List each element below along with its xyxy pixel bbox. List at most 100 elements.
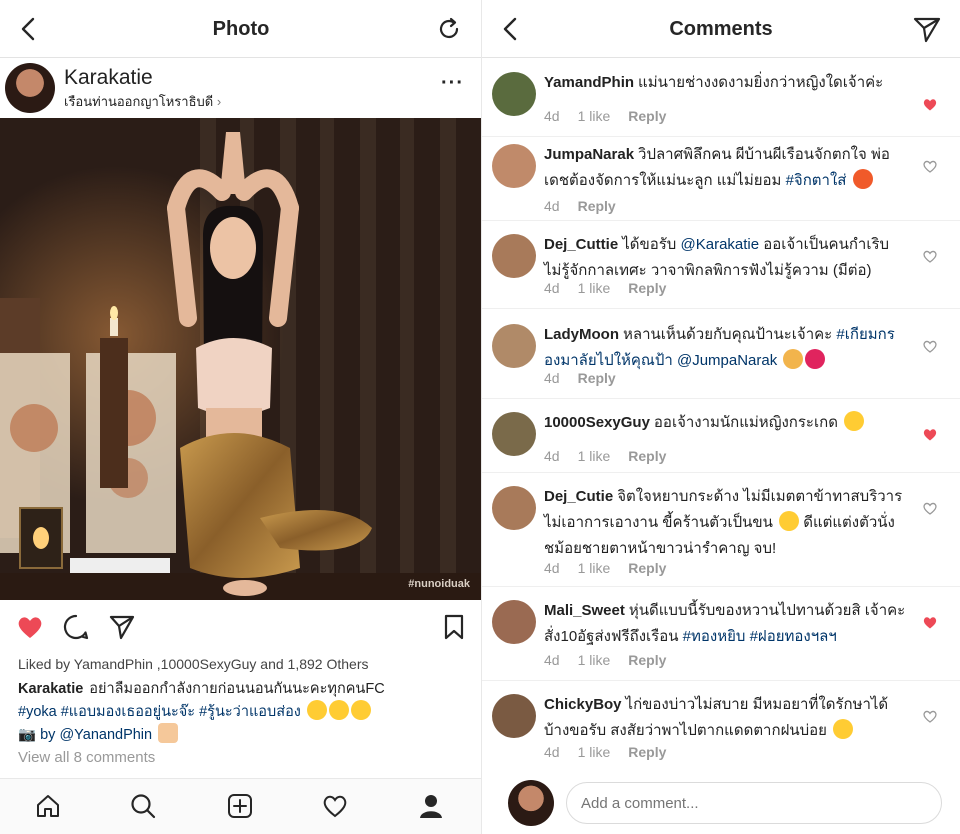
comments-screen: Comments YamandPhin แม่นายช่างงดงามยิ่งกว… (482, 0, 960, 834)
liked-by[interactable]: Liked by YamandPhin ,10000SexyGuy and 1,… (18, 656, 369, 672)
reply-button[interactable]: Reply (628, 448, 666, 464)
reply-button[interactable]: Reply (628, 108, 666, 124)
emoji-kiss-icon (844, 411, 865, 431)
comment-user[interactable]: LadyMoon (544, 326, 619, 343)
commenter-avatar[interactable] (492, 694, 536, 738)
caption-hashtags[interactable]: #yoka #แอบมองเธออยู่นะจ๊ะ #รู้นะว่าแอบส่… (18, 704, 301, 720)
send-icon[interactable] (108, 613, 136, 641)
reply-button[interactable]: Reply (628, 744, 666, 760)
caption-user[interactable]: Karakatie (18, 681, 83, 697)
heart-icon[interactable] (922, 614, 938, 630)
commenter-avatar[interactable] (492, 72, 536, 116)
comment-time: 4d (544, 370, 560, 386)
add-icon[interactable] (226, 792, 254, 820)
comment-likes[interactable]: 1 like (578, 744, 611, 760)
heart-outline-icon[interactable] (922, 248, 938, 264)
caption-text: อย่าลืมออกกำลังกายก่อนนอนกันนะคะทุกคนFC (89, 681, 385, 697)
comment-hashtag[interactable]: #จิกตาใส่ (786, 172, 847, 189)
comment-meta: 4d Reply (544, 198, 634, 214)
photo-topbar: Photo (0, 0, 482, 58)
heart-icon[interactable] (922, 426, 938, 442)
reply-button[interactable]: Reply (578, 370, 616, 386)
view-all-comments[interactable]: View all 8 comments (18, 749, 155, 766)
heart-icon[interactable] (16, 613, 44, 641)
liked-by-prefix: Liked by (18, 656, 74, 672)
location-link[interactable]: เรือนท่านออกญาโหราธิบดี › (64, 91, 221, 112)
post-photo[interactable]: #nunoiduak (0, 118, 482, 600)
comment-likes[interactable]: 1 like (578, 108, 611, 124)
comment-likes[interactable]: 1 like (578, 652, 611, 668)
comment-separator (482, 308, 960, 309)
heart-outline-icon[interactable] (922, 338, 938, 354)
profile-icon[interactable] (417, 792, 445, 820)
comment-likes[interactable]: 1 like (578, 448, 611, 464)
comment-item: JumpaNarak วิปลาศพิลึกคน ผีบ้านผีเรือนจัก… (482, 140, 960, 230)
reply-button[interactable]: Reply (628, 560, 666, 576)
activity-icon[interactable] (321, 792, 349, 820)
current-user-avatar[interactable] (508, 780, 554, 826)
comment-separator (482, 586, 960, 587)
page-title: Photo (212, 18, 270, 40)
liked-by-users[interactable]: YamandPhin ,10000SexyGuy (74, 656, 257, 672)
comment-meta: 4d 1 like Reply (544, 560, 684, 576)
refresh-icon[interactable] (434, 14, 464, 44)
post-header: Karakatie เรือนท่านออกญาโหราธิบดี › ··· (0, 58, 482, 118)
comment-time: 4d (544, 560, 560, 576)
page-title: Comments (669, 18, 773, 40)
reply-button[interactable]: Reply (628, 280, 666, 296)
comment-text: หลานเห็นด้วยกับคุณป้านะเจ้าคะ (623, 326, 833, 343)
heart-outline-icon[interactable] (922, 500, 938, 516)
comment-time: 4d (544, 108, 560, 124)
comments-topbar: Comments (482, 0, 960, 58)
commenter-avatar[interactable] (492, 486, 536, 530)
comment-user[interactable]: JumpaNarak (544, 146, 634, 163)
comment-separator (482, 136, 960, 137)
bookmark-icon[interactable] (440, 613, 468, 641)
commenter-avatar[interactable] (492, 144, 536, 188)
caption-credit-user[interactable]: @YanandPhin (59, 727, 152, 743)
more-icon[interactable]: ··· (441, 72, 464, 95)
search-icon[interactable] (129, 792, 157, 820)
commenter-avatar[interactable] (492, 412, 536, 456)
home-icon[interactable] (34, 792, 62, 820)
comment-user[interactable]: 10000SexyGuy (544, 414, 650, 431)
comment-user[interactable]: ChickyBoy (544, 696, 622, 713)
camera-icon: 📷 (18, 727, 37, 743)
author-avatar[interactable] (5, 63, 55, 113)
comment-mention[interactable]: @JumpaNarak (677, 352, 777, 369)
comment-separator (482, 472, 960, 473)
comment-mention[interactable]: @Karakatie (681, 236, 760, 253)
comment-separator (482, 220, 960, 221)
comment-item: Dej_Cuttie ได้ขอรับ @Karakatie ออเจ้าเป็น… (482, 230, 960, 310)
commenter-avatar[interactable] (492, 324, 536, 368)
heart-outline-icon[interactable] (922, 158, 938, 174)
reply-button[interactable]: Reply (628, 652, 666, 668)
send-icon[interactable] (912, 14, 942, 44)
comment-time: 4d (544, 652, 560, 668)
commenter-avatar[interactable] (492, 600, 536, 644)
comment-user[interactable]: Dej_Cuttie (544, 236, 618, 253)
comment-user[interactable]: YamandPhin (544, 74, 634, 91)
comment-icon[interactable] (62, 613, 90, 641)
comment-hashtag[interactable]: #ทองหยิบ #ฝอยทองฯลฯ (683, 628, 837, 645)
heart-icon[interactable] (922, 96, 938, 112)
comment-input[interactable] (566, 782, 942, 824)
post-caption: Karakatie อย่าลืมออกกำลังกายก่อนนอนกันนะค… (18, 678, 468, 746)
comment-body: LadyMoon หลานเห็นด้วยกับคุณป้านะเจ้าคะ #เ… (544, 322, 910, 374)
emoji-flushed-icon (328, 700, 349, 720)
comment-likes[interactable]: 1 like (578, 280, 611, 296)
comment-time: 4d (544, 448, 560, 464)
commenter-avatar[interactable] (492, 234, 536, 278)
comment-meta: 4d 1 like Reply (544, 108, 684, 124)
heart-outline-icon[interactable] (922, 708, 938, 724)
reply-button[interactable]: Reply (578, 198, 616, 214)
comment-user[interactable]: Mali_Sweet (544, 602, 625, 619)
comment-user[interactable]: Dej_Cutie (544, 488, 613, 505)
comment-time: 4d (544, 280, 560, 296)
emoji-grin-icon (350, 700, 371, 720)
author-name[interactable]: Karakatie (64, 66, 153, 90)
caption-credit-by: by (40, 727, 60, 743)
comment-likes[interactable]: 1 like (578, 560, 611, 576)
photo-screen: Photo Karakatie เรือนท่านออกญาโหราธิบดี … (0, 0, 482, 834)
emoji-flex-icon (158, 723, 179, 743)
